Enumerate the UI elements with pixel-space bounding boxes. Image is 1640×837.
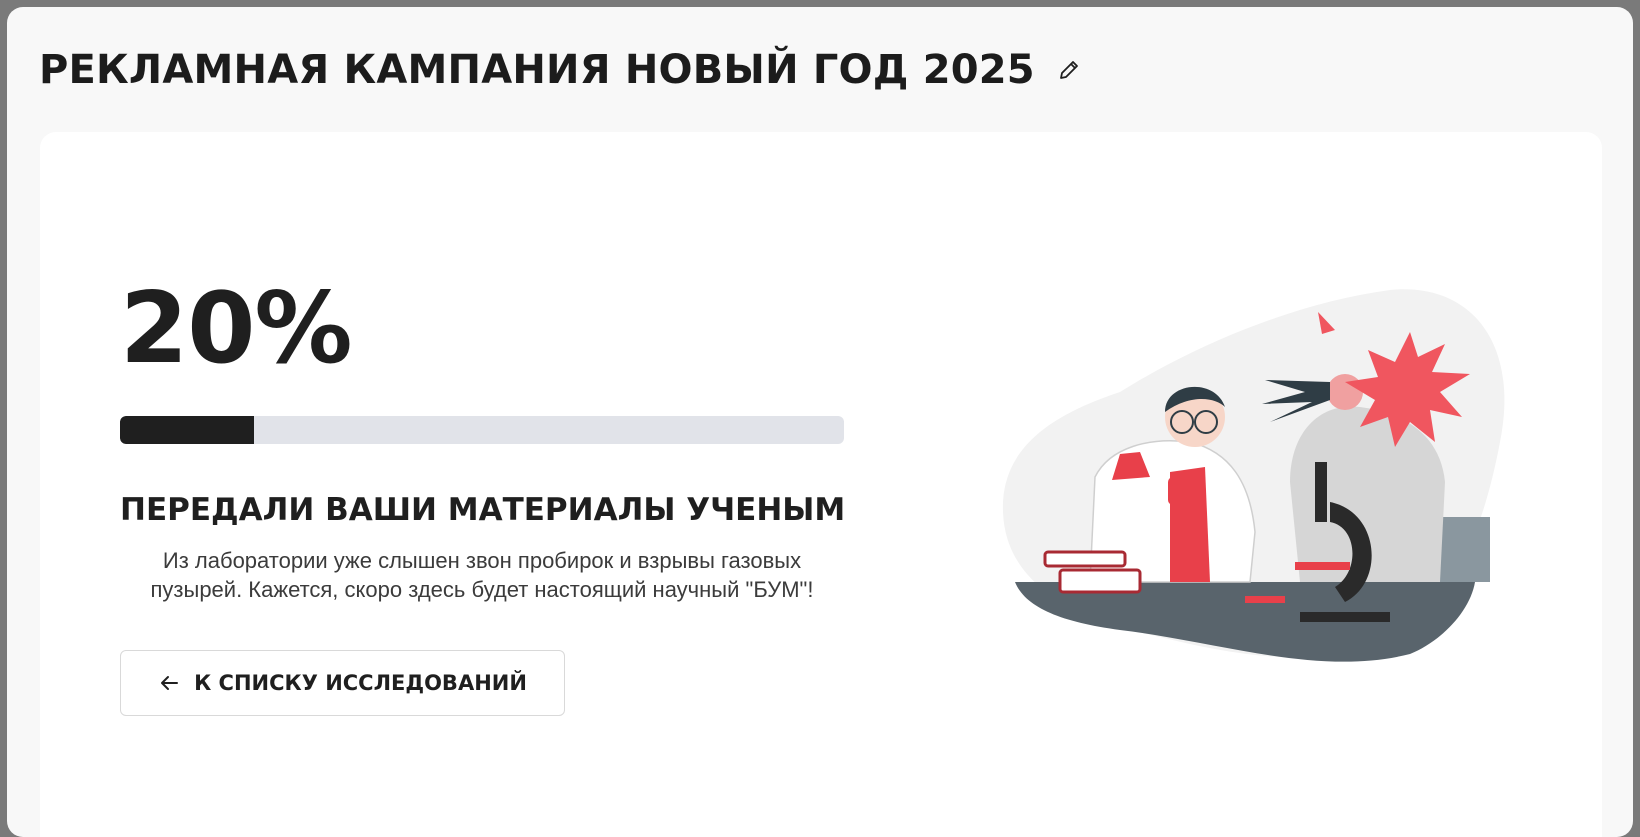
back-to-research-list-button[interactable]: К СПИСКУ ИССЛЕДОВАНИЙ	[120, 650, 565, 716]
app-window: РЕКЛАМНАЯ КАМПАНИЯ НОВЫЙ ГОД 2025 20% ПЕ…	[7, 7, 1633, 837]
status-description-line-1: Из лаборатории уже слышен звон пробирок …	[162, 548, 802, 573]
progress-bar-fill	[120, 416, 254, 444]
lab-table	[1015, 582, 1475, 662]
status-title: ПЕРЕДАЛИ ВАШИ МАТЕРИАЛЫ УЧЕНЫМ	[120, 492, 846, 528]
book-top	[1043, 550, 1127, 568]
microscope-stage	[1295, 562, 1350, 570]
scientists-lab-illustration	[1002, 289, 1505, 662]
scientist-back-head	[1327, 374, 1363, 410]
progress-percent: 20%	[120, 272, 353, 386]
pencil-on-table	[1245, 596, 1285, 603]
status-description: Из лаборатории уже слышен звон пробирок …	[120, 546, 844, 604]
arrow-left-icon	[161, 676, 179, 690]
page-title: РЕКЛАМНАЯ КАМПАНИЯ НОВЫЙ ГОД 2025	[39, 47, 1035, 93]
progress-bar	[120, 416, 844, 444]
edit-title-button[interactable]	[1055, 56, 1083, 84]
back-button-label: К СПИСКУ ИССЛЕДОВАНИЙ	[194, 671, 527, 695]
microscope-base	[1300, 612, 1390, 622]
test-tube	[1168, 477, 1182, 505]
pencil-icon	[1059, 61, 1078, 79]
page-header: РЕКЛАМНАЯ КАМПАНИЯ НОВЫЙ ГОД 2025	[39, 47, 1083, 93]
progress-card: 20% ПЕРЕДАЛИ ВАШИ МАТЕРИАЛЫ УЧЕНЫМ Из ла…	[40, 132, 1602, 837]
book-bottom	[1058, 568, 1142, 594]
microscope-tube	[1315, 462, 1327, 522]
status-description-line-2: пузырей. Кажется, скоро здесь будет наст…	[150, 577, 814, 602]
